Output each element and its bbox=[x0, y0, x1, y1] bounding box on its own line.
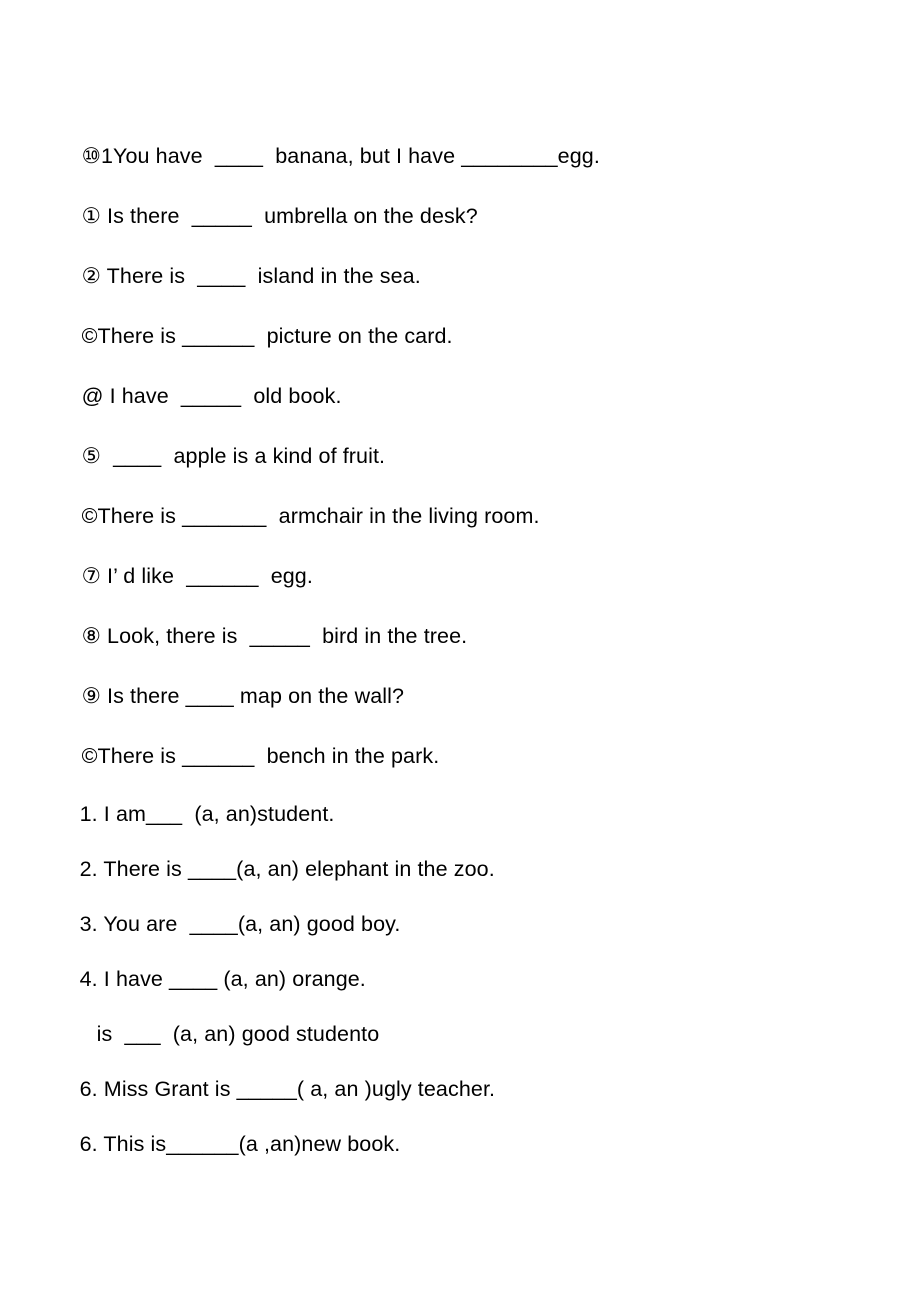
question-text: I have _____ old book. bbox=[103, 384, 342, 408]
question-marker: ① bbox=[81, 204, 101, 228]
question-text: I am___ (a, an)student. bbox=[97, 802, 335, 826]
question-marker: ⑩1 bbox=[81, 144, 114, 168]
question-marker: 6. bbox=[79, 1077, 98, 1101]
question-marker: ⑧ bbox=[81, 624, 101, 648]
question-text: There is ____ island in the sea. bbox=[100, 264, 421, 288]
question-marker: 2. bbox=[79, 857, 98, 881]
question-text: There is _______ armchair in the living … bbox=[97, 504, 540, 528]
question-text: I’ d like ______ egg. bbox=[100, 564, 313, 588]
question-marker: © bbox=[81, 324, 98, 348]
question-text: There is ______ picture on the card. bbox=[97, 324, 453, 348]
question-marker: ② bbox=[81, 264, 101, 288]
question-line: ⑩1You have ____ banana, but I have _____… bbox=[0, 66, 920, 168]
section-articles-circled: ⑩1You have ____ banana, but I have _____… bbox=[0, 0, 920, 768]
question-marker: ⑤ bbox=[81, 444, 101, 468]
question-text: This is______(a ,an)new book. bbox=[97, 1132, 401, 1156]
question-text: Is there _____ umbrella on the desk? bbox=[100, 204, 478, 228]
question-marker: © bbox=[81, 744, 98, 768]
question-text: You are ____(a, an) good boy. bbox=[97, 912, 401, 936]
question-marker: @ bbox=[81, 384, 104, 408]
question-text: Look, there is _____ bird in the tree. bbox=[100, 624, 468, 648]
question-text: is ___ (a, an) good studento bbox=[96, 1022, 380, 1046]
question-marker: ⑨ bbox=[81, 684, 101, 708]
question-text: ____ apple is a kind of fruit. bbox=[100, 444, 386, 468]
question-text: I have ____ (a, an) orange. bbox=[97, 967, 366, 991]
document-page: ⑩1You have ____ banana, but I have _____… bbox=[0, 0, 920, 1301]
question-marker: 6. bbox=[79, 1132, 98, 1156]
question-text: Is there ____ map on the wall? bbox=[100, 684, 405, 708]
question-marker: © bbox=[81, 504, 98, 528]
worksheet-body: ⑩1You have ____ banana, but I have _____… bbox=[0, 0, 920, 1156]
question-marker: 4. bbox=[79, 967, 98, 991]
question-marker: 1. bbox=[79, 802, 98, 826]
question-text: You have ____ banana, but I have _______… bbox=[113, 144, 600, 168]
question-marker: 3. bbox=[79, 912, 98, 936]
question-text: There is ______ bench in the park. bbox=[97, 744, 440, 768]
question-text: Miss Grant is _____( a, an )ugly teacher… bbox=[97, 1077, 496, 1101]
question-text: There is ____(a, an) elephant in the zoo… bbox=[97, 857, 495, 881]
question-marker: ⑦ bbox=[81, 564, 101, 588]
